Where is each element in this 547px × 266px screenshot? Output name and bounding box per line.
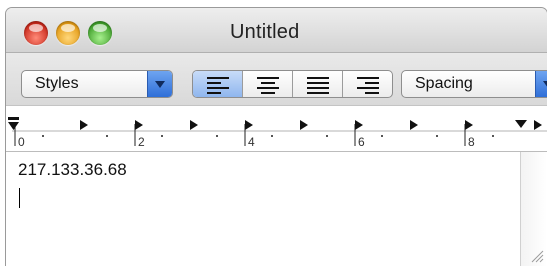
spacing-label: Spacing (415, 75, 473, 92)
spacing-popup[interactable]: Spacing (401, 70, 547, 98)
ruler[interactable]: 0 2 4 6 8 (6, 105, 547, 152)
ruler-ticks (8, 117, 547, 146)
text-edit-window: Untitled Styles Spacing 0 2 4 6 8 217.13… (6, 8, 547, 266)
close-button[interactable] (24, 21, 48, 45)
align-right-button[interactable] (343, 71, 392, 97)
ruler-label-8: 8 (468, 135, 475, 149)
align-left-icon (207, 77, 229, 97)
align-justify-icon (307, 77, 329, 97)
chevron-down-icon (535, 71, 547, 97)
title-bar[interactable]: Untitled (6, 8, 547, 53)
window-title: Untitled (230, 21, 300, 43)
chevron-down-icon (147, 71, 172, 97)
ruler-label-4: 4 (248, 135, 255, 149)
ruler-label-2: 2 (138, 135, 145, 149)
ruler-label-6: 6 (358, 135, 365, 149)
ruler-label-0: 0 (18, 135, 25, 149)
align-right-icon (357, 77, 379, 97)
styles-popup[interactable]: Styles (21, 70, 173, 98)
align-justify-button[interactable] (293, 71, 343, 97)
align-left-button[interactable] (193, 71, 243, 97)
text-caret (19, 188, 20, 208)
alignment-control (192, 70, 393, 98)
align-center-button[interactable] (243, 71, 293, 97)
document-text[interactable]: 217.133.36.68 (18, 160, 127, 180)
zoom-button[interactable] (88, 21, 112, 45)
resize-grip-icon[interactable] (530, 249, 544, 263)
align-center-icon (257, 77, 279, 97)
styles-label: Styles (35, 75, 79, 92)
format-toolbar: Styles Spacing (6, 53, 547, 105)
document-text-area[interactable]: 217.133.36.68 (6, 152, 547, 266)
minimize-button[interactable] (56, 21, 80, 45)
